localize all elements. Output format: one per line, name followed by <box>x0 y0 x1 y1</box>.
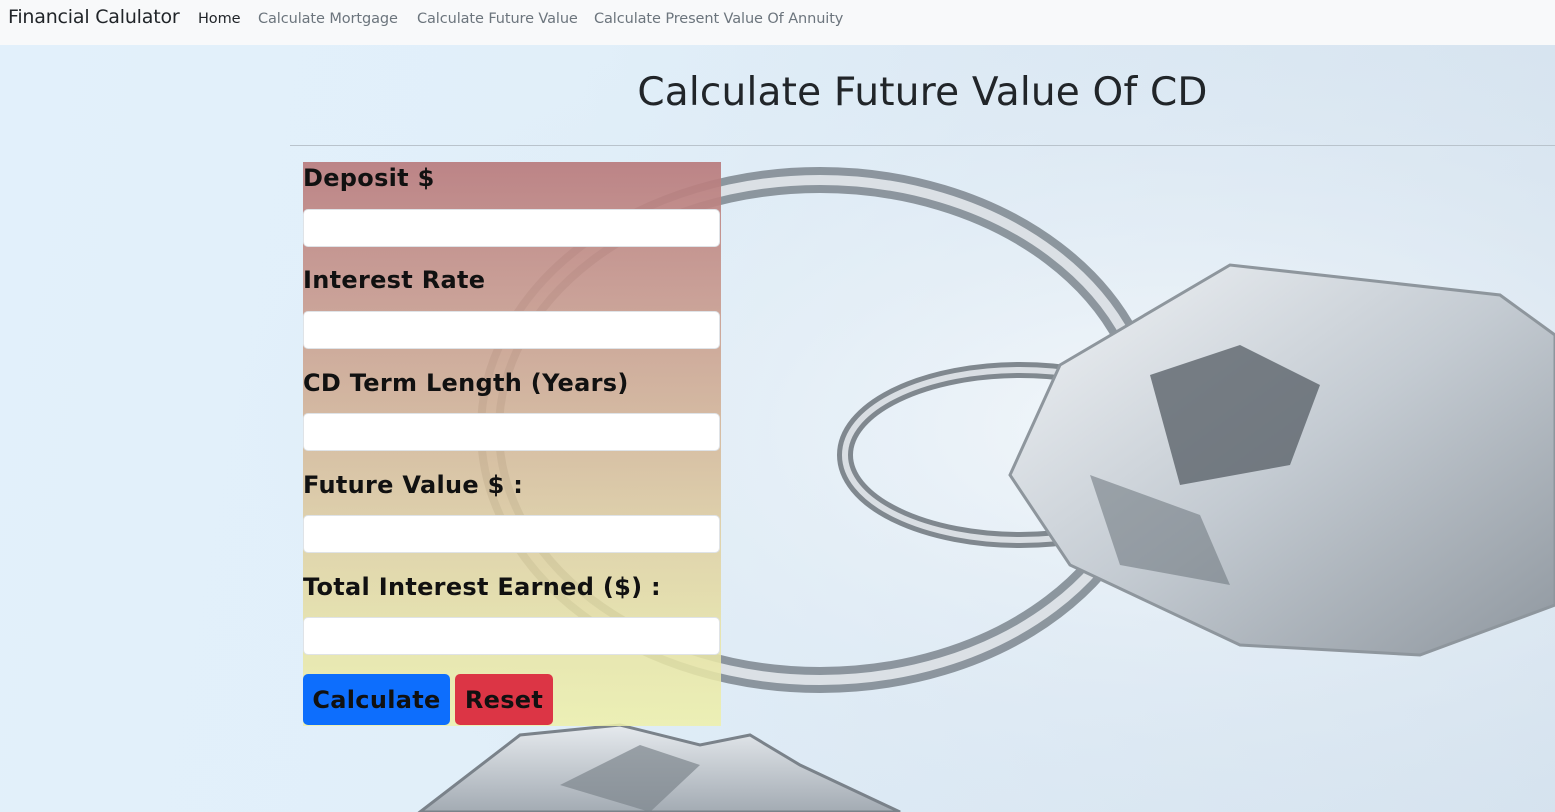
house-keys-photo-icon <box>0 45 1555 812</box>
reset-button[interactable]: Reset <box>455 674 553 725</box>
calculate-button[interactable]: Calculate <box>303 674 450 725</box>
interest-rate-label: Interest Rate <box>303 266 486 294</box>
deposit-input[interactable] <box>303 209 720 247</box>
total-interest-earned-output[interactable] <box>303 617 720 655</box>
navbar: Financial Calulator Home Calculate Mortg… <box>0 0 1555 45</box>
nav-link-calculate-present-value-of-annuity[interactable]: Calculate Present Value Of Annuity <box>594 11 843 27</box>
future-value-label: Future Value $ : <box>303 471 524 499</box>
nav-link-calculate-future-value[interactable]: Calculate Future Value <box>417 11 578 27</box>
divider <box>290 145 1555 146</box>
page-title: Calculate Future Value Of CD <box>637 70 1208 115</box>
deposit-label: Deposit $ <box>303 164 435 192</box>
nav-link-home[interactable]: Home <box>198 11 241 27</box>
interest-rate-input[interactable] <box>303 311 720 349</box>
cd-term-length-label: CD Term Length (Years) <box>303 369 629 397</box>
navbar-brand[interactable]: Financial Calulator <box>8 6 180 28</box>
cd-future-value-form: Deposit $ Interest Rate CD Term Length (… <box>303 162 721 726</box>
cd-term-length-input[interactable] <box>303 413 720 451</box>
total-interest-earned-label: Total Interest Earned ($) : <box>303 573 661 601</box>
nav-link-calculate-mortgage[interactable]: Calculate Mortgage <box>258 11 398 27</box>
background-image <box>0 45 1555 812</box>
future-value-output[interactable] <box>303 515 720 553</box>
